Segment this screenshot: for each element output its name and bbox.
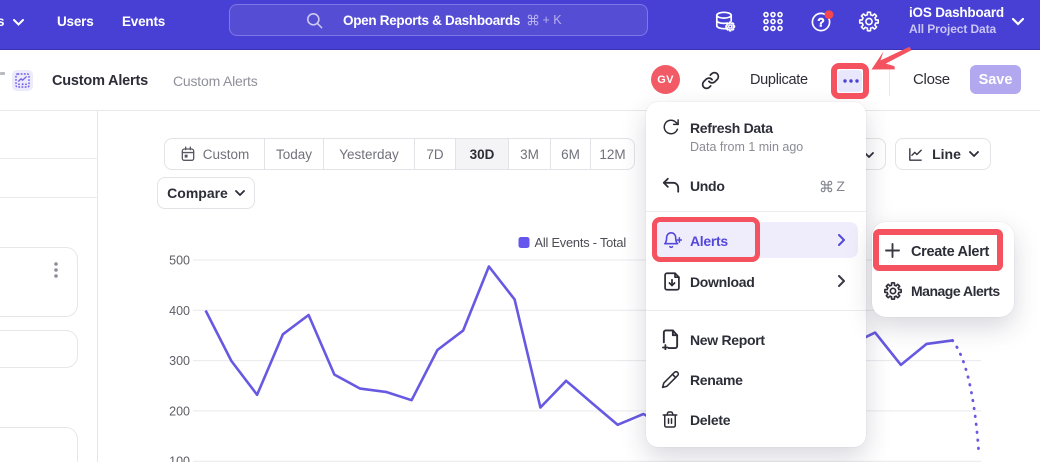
svg-text:400: 400 bbox=[169, 304, 190, 318]
svg-text:300: 300 bbox=[169, 354, 190, 368]
svg-text:All Events - Total: All Events - Total bbox=[535, 235, 626, 250]
svg-text:100: 100 bbox=[169, 455, 190, 462]
svg-text:200: 200 bbox=[169, 404, 190, 418]
svg-text:500: 500 bbox=[169, 254, 190, 268]
svg-text:?: ? bbox=[817, 16, 824, 30]
